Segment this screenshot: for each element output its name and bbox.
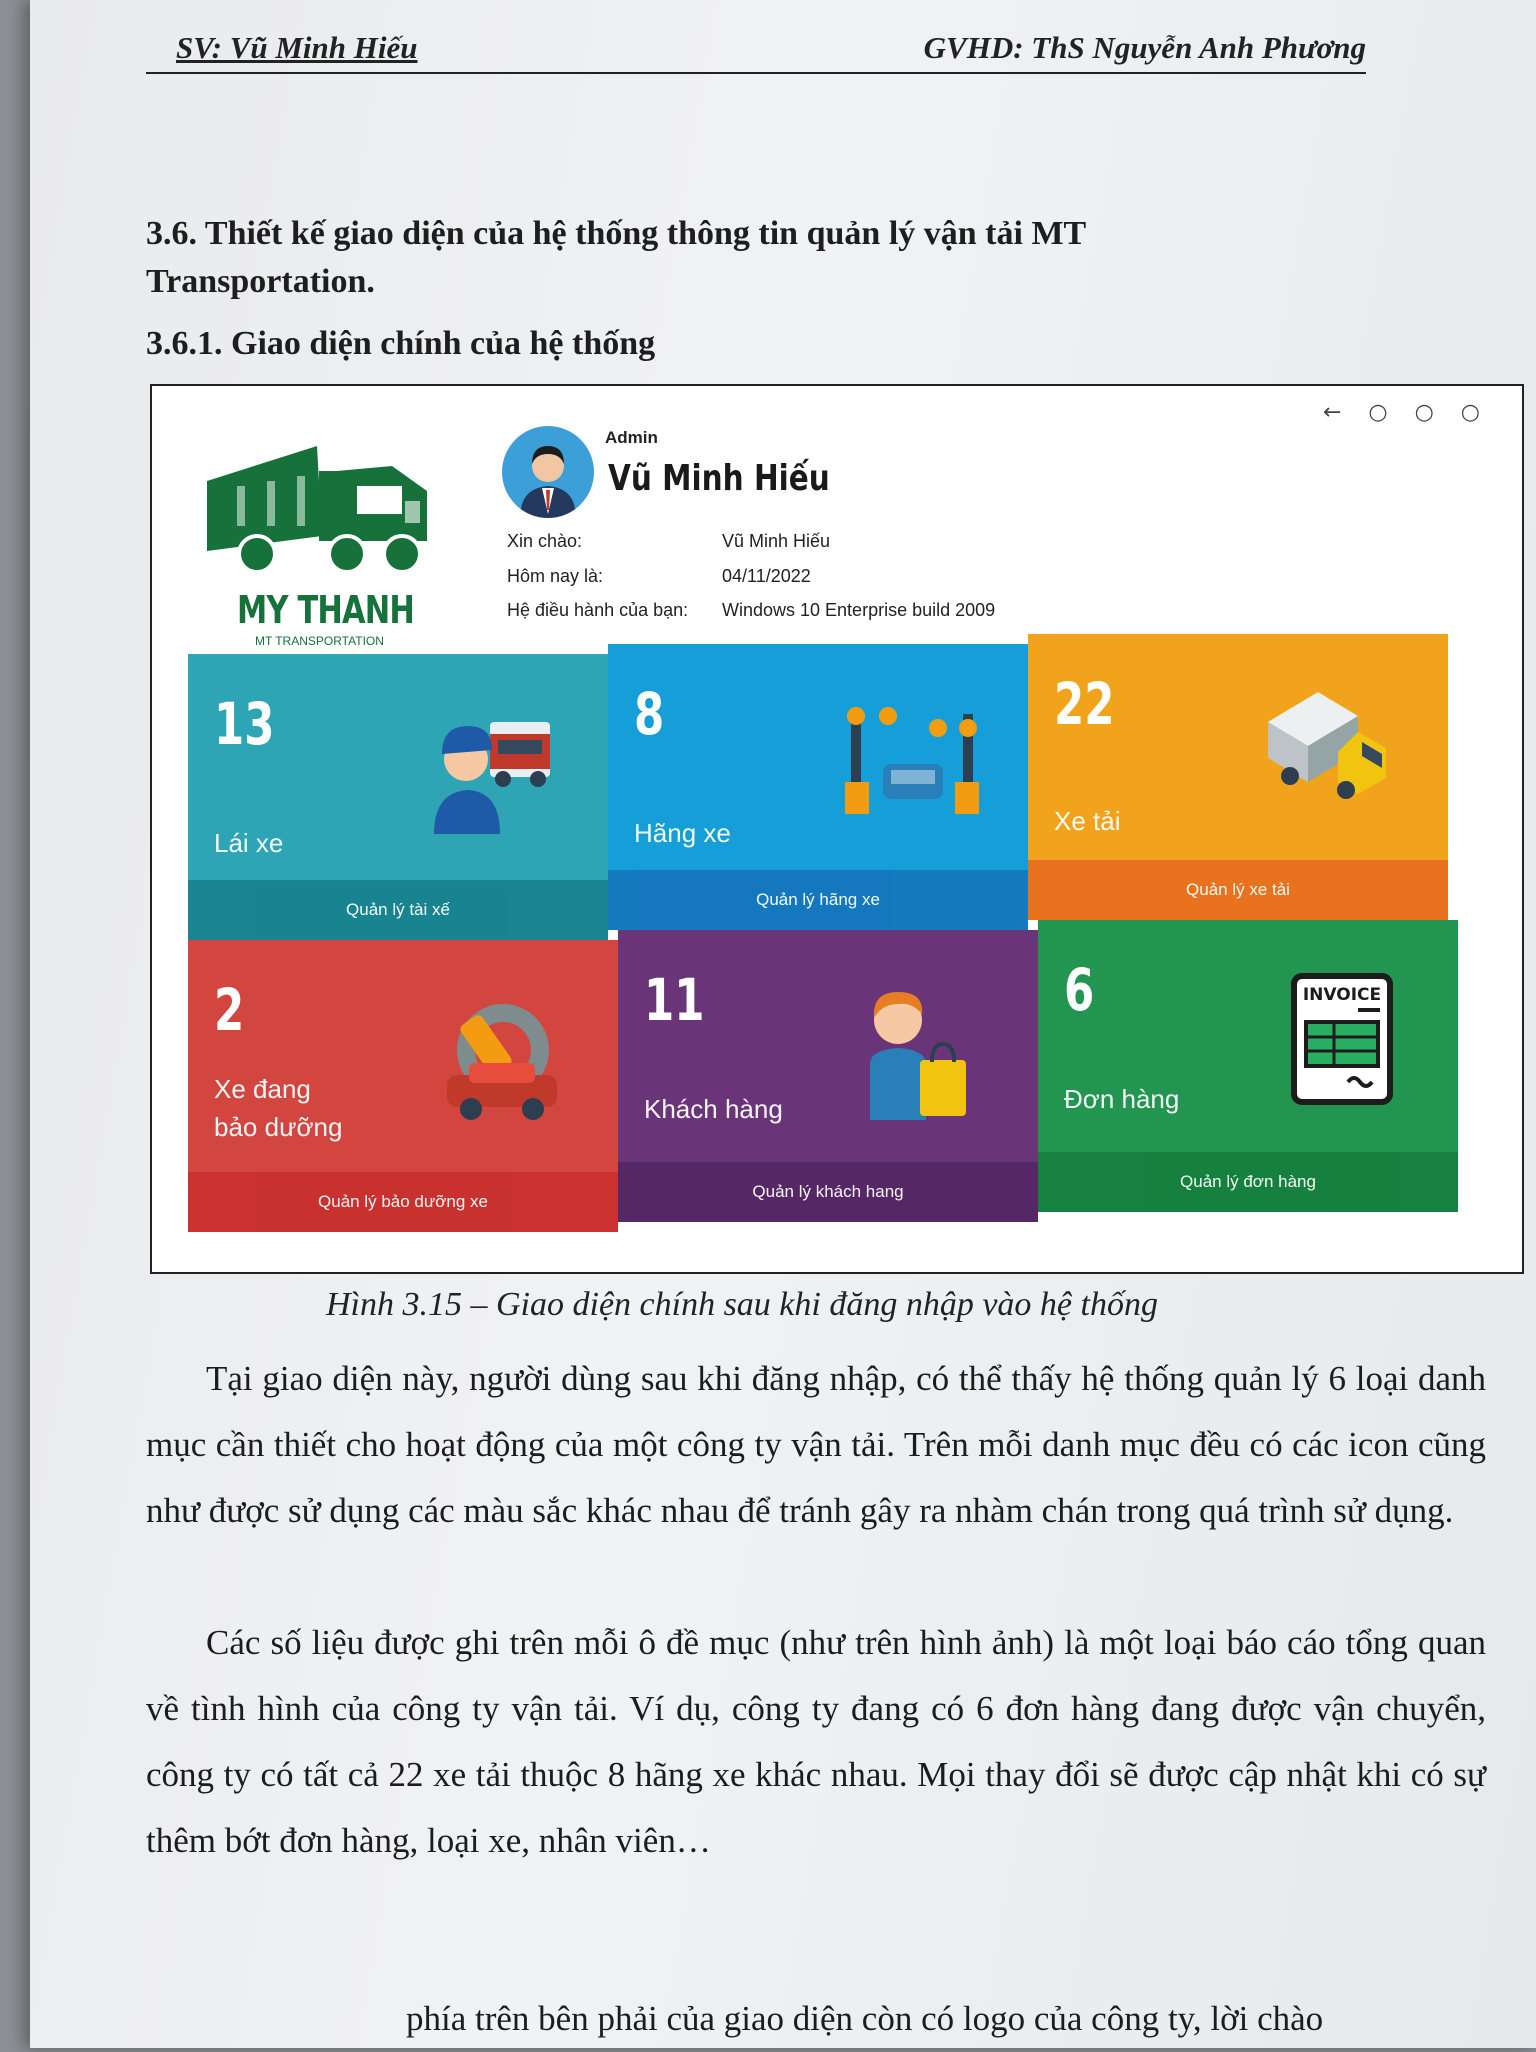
manage-trucks-link[interactable]: Quản lý xe tải <box>1028 860 1448 920</box>
order-count: 6 <box>1064 956 1095 1024</box>
logo-subtitle: MT TRANSPORTATION <box>255 634 384 648</box>
truck-icon <box>1268 692 1386 799</box>
student-name: SV: Vũ Minh Hiếu <box>176 30 418 65</box>
manage-orders-link[interactable]: Quản lý đơn hàng <box>1038 1152 1458 1212</box>
tile-car-brands[interactable]: 8 Hãng xe Quản lý hãng xe <box>608 644 1028 930</box>
tile-customers[interactable]: 11 Khách hàng Quản lý khách hang <box>618 930 1038 1222</box>
company-logo: MY THANH MT TRANSPORTATION <box>197 436 437 648</box>
os-label: Hệ điều hành của bạn: <box>507 600 689 620</box>
os-value: Windows 10 Enterprise build 2009 <box>722 600 996 620</box>
window-controls: ← ○ ○ ○ <box>1322 400 1490 425</box>
paragraph-2: Các số liệu được ghi trên mỗi ô đề mục (… <box>146 1610 1486 1874</box>
car-repair-icon <box>447 1004 557 1120</box>
manage-maintenance-link[interactable]: Quản lý bảo dưỡng xe <box>188 1172 618 1232</box>
manage-customers-link[interactable]: Quản lý khách hang <box>618 1162 1038 1222</box>
tile-orders[interactable]: 6 Đơn hàng INVOICE Quản lý đơn hàng <box>1038 920 1458 1212</box>
dashboard-screenshot: ← ○ ○ ○ MY THANH MT TRANSPORTATION Admin… <box>150 384 1524 1274</box>
driver-icon <box>434 722 550 834</box>
order-label: Đơn hàng <box>1064 1084 1180 1114</box>
greeting-value: Vũ Minh Hiếu <box>722 531 831 551</box>
customer-label: Khách hàng <box>644 1094 783 1124</box>
brand-count: 8 <box>634 680 665 748</box>
truck-count: 22 <box>1054 670 1115 738</box>
user-role: Admin <box>605 428 658 447</box>
avatar <box>502 426 594 518</box>
paragraph-text: Các số liệu được ghi trên mỗi ô đề mục (… <box>146 1623 1486 1860</box>
user-name: Vũ Minh Hiếu <box>608 458 830 499</box>
manage-brands-link[interactable]: Quản lý hãng xe <box>608 870 1028 930</box>
user-avatar-icon <box>520 446 576 518</box>
manage-drivers-link[interactable]: Quản lý tài xế <box>188 880 608 940</box>
greeting-label: Xin chào: <box>507 531 583 551</box>
subsection-title: 3.6.1. Giao diện chính của hệ thống <box>146 325 656 362</box>
driver-count: 13 <box>214 690 275 758</box>
customer-icon <box>870 992 966 1120</box>
logo-brand: MY THANH <box>237 588 415 632</box>
invoice-icon-text: INVOICE <box>1303 985 1381 1005</box>
date-label: Hôm nay là: <box>507 566 604 586</box>
invoice-icon: INVOICE <box>1291 973 1393 1105</box>
truck-logo-icon <box>207 446 427 574</box>
tile-maintenance[interactable]: 2 Xe đang bảo dưỡng Quản lý bảo dưỡng xe <box>188 940 618 1232</box>
figure-caption: Hình 3.15 – Giao diện chính sau khi đăng… <box>326 1286 1158 1323</box>
car-factory-icon <box>845 707 979 814</box>
paragraph-text: Tại giao diện này, người dùng sau khi đă… <box>146 1359 1486 1530</box>
tile-trucks[interactable]: 22 Xe tải Quản lý xe tải <box>1028 634 1448 920</box>
truck-label: Xe tải <box>1054 806 1121 836</box>
brand-label: Hãng xe <box>634 818 731 848</box>
maintenance-count: 2 <box>214 976 245 1044</box>
customer-count: 11 <box>644 966 705 1034</box>
advisor-name: GVHD: ThS Nguyễn Anh Phương <box>923 30 1366 65</box>
partial-line-text: phía trên bên phải của giao diện còn có … <box>406 1999 1324 2038</box>
paragraph-1: Tại giao diện này, người dùng sau khi đă… <box>146 1346 1486 1544</box>
date-value: 04/11/2022 <box>722 566 811 586</box>
document-page: SV: Vũ Minh Hiếu GVHD: ThS Nguyễn Anh Ph… <box>30 0 1536 2048</box>
partial-line: phía trên bên phải của giao diện còn có … <box>146 1986 1486 2052</box>
page-header: SV: Vũ Minh Hiếu GVHD: ThS Nguyễn Anh Ph… <box>146 28 1366 74</box>
section-title: 3.6. Thiết kế giao diện của hệ thống thô… <box>146 215 1086 300</box>
maintenance-label: Xe đang bảo dưỡng <box>214 1074 343 1142</box>
driver-label: Lái xe <box>214 828 284 858</box>
tile-drivers[interactable]: 13 Lái xe Quản lý tài xế <box>188 654 608 940</box>
